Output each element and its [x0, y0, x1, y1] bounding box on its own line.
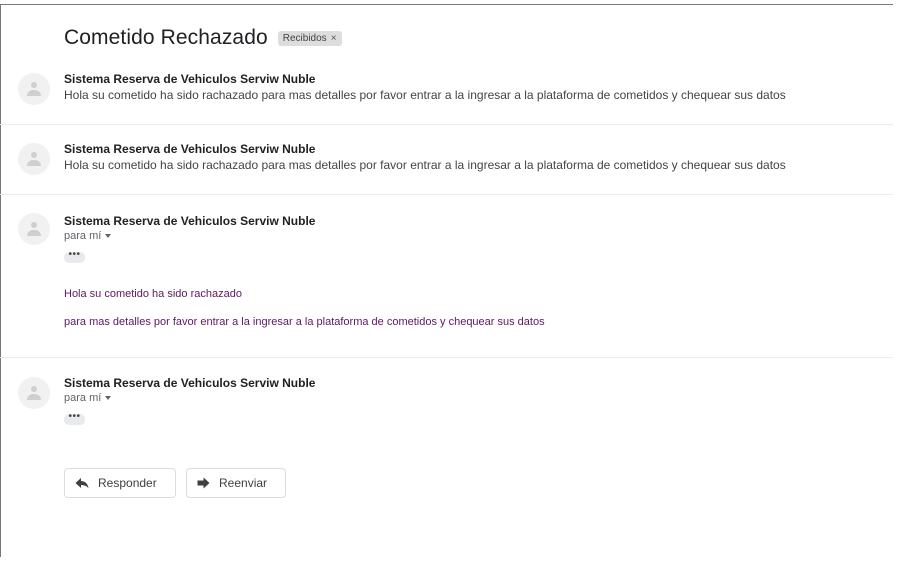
- reply-button[interactable]: Responder: [64, 468, 176, 498]
- avatar-icon: [18, 73, 50, 105]
- forward-button-label: Reenviar: [219, 476, 268, 490]
- message-body-line: para mas detalles por favor entrar a la …: [64, 316, 545, 328]
- reply-arrow-icon: [75, 478, 89, 489]
- avatar-icon: [18, 143, 50, 175]
- message-collapsed-2[interactable]: Sistema Reserva de Vehiculos Serviw Nubl…: [0, 136, 893, 194]
- message-sender[interactable]: Sistema Reserva de Vehiculos Serviw Nubl…: [64, 214, 315, 228]
- label-chip-recibidos[interactable]: Recibidos ×: [277, 30, 342, 46]
- message-divider: [0, 357, 893, 358]
- recipient-details-toggle[interactable]: para mí: [64, 230, 112, 242]
- avatar-icon: [18, 213, 50, 245]
- remove-label-icon[interactable]: ×: [331, 33, 337, 44]
- message-sender: Sistema Reserva de Vehiculos Serviw Nubl…: [64, 142, 316, 156]
- avatar-icon: [18, 377, 50, 409]
- label-chip-text: Recibidos: [282, 32, 327, 44]
- message-sender[interactable]: Sistema Reserva de Vehiculos Serviw Nubl…: [64, 376, 315, 390]
- message-snippet: Hola su cometido ha sido rachazado para …: [64, 158, 786, 172]
- forward-button[interactable]: Reenviar: [186, 468, 286, 498]
- message-collapsed-1[interactable]: Sistema Reserva de Vehiculos Serviw Nubl…: [0, 66, 893, 124]
- message-expanded-1: Sistema Reserva de Vehiculos Serviw Nubl…: [0, 206, 893, 356]
- caret-down-icon: [105, 396, 112, 400]
- reply-button-label: Responder: [98, 476, 157, 490]
- show-trimmed-content-button[interactable]: •••: [64, 412, 85, 425]
- show-trimmed-content-button[interactable]: •••: [64, 250, 85, 263]
- message-divider: [0, 124, 893, 125]
- message-divider: [0, 194, 893, 195]
- thread-subject: Cometido Rechazado: [64, 26, 268, 49]
- message-body-line: Hola su cometido ha sido rachazado: [64, 288, 242, 300]
- caret-down-icon: [105, 234, 112, 238]
- message-sender: Sistema Reserva de Vehiculos Serviw Nubl…: [64, 72, 316, 86]
- recipient-text: para mí: [64, 392, 102, 404]
- recipient-text: para mí: [64, 230, 102, 242]
- message-snippet: Hola su cometido ha sido rachazado para …: [64, 88, 786, 102]
- recipient-details-toggle[interactable]: para mí: [64, 392, 112, 404]
- subject-row: Cometido Rechazado Recibidos ×: [64, 26, 342, 50]
- forward-arrow-icon: [197, 477, 210, 489]
- message-expanded-2: Sistema Reserva de Vehiculos Serviw Nubl…: [0, 370, 893, 440]
